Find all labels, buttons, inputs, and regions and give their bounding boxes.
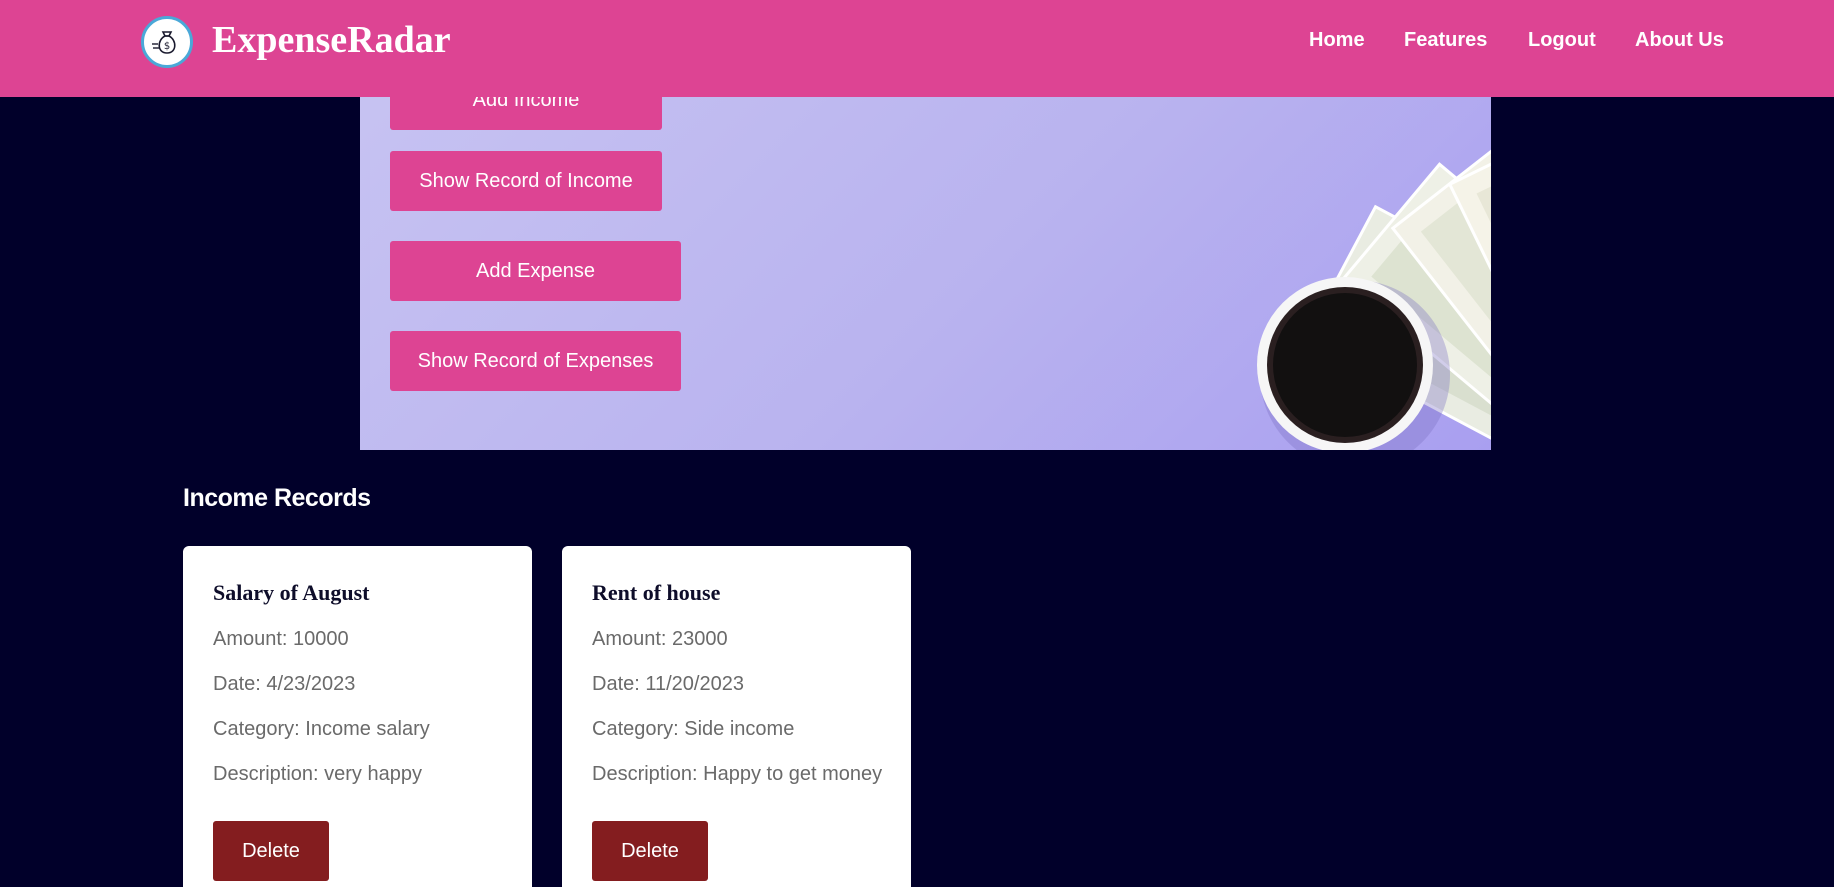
money-bag-icon-glyph: $ — [152, 31, 176, 54]
svg-text:$: $ — [164, 41, 170, 52]
income-record-card: Salary of August Amount: 10000 Date: 4/2… — [183, 546, 532, 887]
record-title: Rent of house — [592, 580, 721, 605]
nav-link-about-us[interactable]: About Us — [1635, 29, 1724, 52]
record-description: Description: Happy to get money — [592, 763, 883, 785]
income-record-card: Rent of house Amount: 23000 Date: 11/20/… — [562, 546, 911, 887]
money-and-coffee-illustration — [1257, 116, 1491, 450]
add-expense-button[interactable]: Add Expense — [390, 241, 681, 301]
record-title: Salary of August — [213, 580, 370, 605]
nav-link-features[interactable]: Features — [1404, 29, 1487, 52]
record-category: Category: Side income — [592, 718, 795, 740]
record-category: Category: Income salary — [213, 718, 430, 740]
hero-banner: Add Income Show Record of Income Add Exp… — [360, 60, 1491, 450]
show-income-records-button[interactable]: Show Record of Income — [390, 151, 662, 211]
nav-link-home[interactable]: Home — [1309, 29, 1365, 52]
delete-record-button[interactable]: Delete — [213, 821, 329, 881]
delete-record-button[interactable]: Delete — [592, 821, 708, 881]
record-amount: Amount: 10000 — [213, 628, 349, 650]
record-date: Date: 4/23/2023 — [213, 673, 356, 695]
record-amount: Amount: 23000 — [592, 628, 728, 650]
money-bag-icon[interactable]: $ — [141, 16, 193, 68]
record-description: Description: very happy — [213, 763, 422, 785]
nav-link-logout[interactable]: Logout — [1528, 29, 1596, 52]
brand-name[interactable]: ExpenseRadar — [212, 18, 451, 62]
income-records-heading: Income Records — [183, 484, 371, 512]
show-expense-records-button[interactable]: Show Record of Expenses — [390, 331, 681, 391]
top-navbar: $ ExpenseRadar Home Features Logout Abou… — [0, 0, 1834, 97]
record-date: Date: 11/20/2023 — [592, 673, 744, 695]
